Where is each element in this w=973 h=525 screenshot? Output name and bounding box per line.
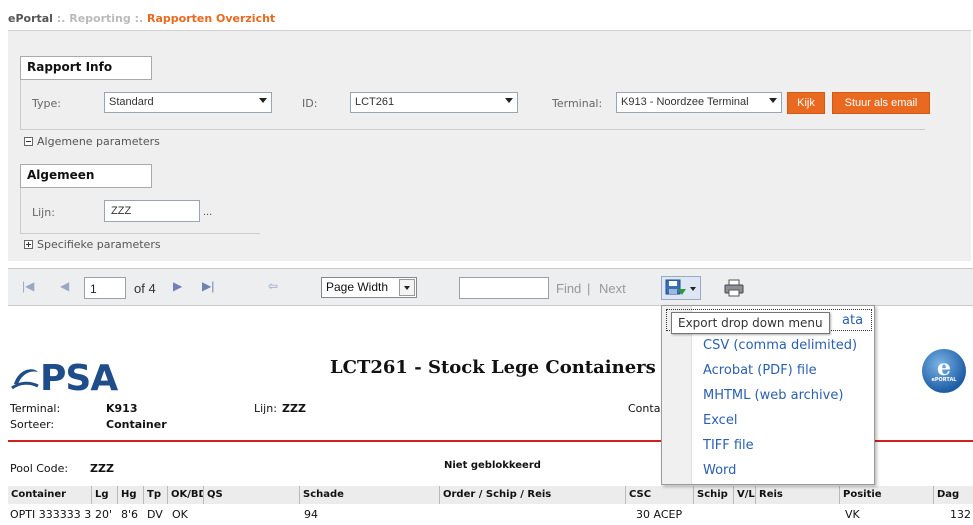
chevron-down-icon: [399, 279, 415, 296]
chevron-down-icon: [769, 98, 777, 103]
send-email-button[interactable]: Stuur als email: [832, 92, 930, 114]
previous-page-icon[interactable]: ◀: [60, 279, 69, 293]
eportal-logo: e ePORTAL: [922, 349, 966, 393]
breadcrumb-current: Rapporten Overzicht: [147, 12, 276, 25]
column-header: Reis: [756, 486, 840, 504]
sorteer-label: Sorteer:: [10, 418, 55, 431]
type-select-value: Standard: [109, 96, 154, 108]
next-page-icon[interactable]: ▶: [173, 279, 182, 293]
table-cell: OK: [172, 508, 188, 521]
breadcrumb-separator: :.: [52, 12, 70, 25]
eportal-logo-sub: ePORTAL: [931, 377, 957, 383]
page-number-input[interactable]: 1: [84, 277, 126, 299]
specifieke-parameters-toggle[interactable]: Specifieke parameters: [24, 238, 161, 251]
column-header: Hg: [118, 486, 144, 504]
save-export-icon: [665, 279, 686, 295]
last-page-icon[interactable]: ▶|: [202, 279, 214, 293]
export-item-tiff[interactable]: TIFF file: [703, 438, 754, 453]
table-cell: 30 ACEP: [636, 508, 683, 521]
psa-logo: PSA: [10, 358, 118, 399]
export-item-word[interactable]: Word: [703, 463, 736, 478]
algemene-parameters-toggle[interactable]: Algemene parameters: [24, 135, 160, 148]
collapse-icon: [24, 137, 33, 146]
breadcrumb-separator: :.: [130, 12, 147, 25]
terminal-value: K913: [106, 402, 138, 415]
lijn-picker-button[interactable]: ...: [203, 206, 212, 218]
lijn-label: Lijn:: [32, 206, 55, 219]
breadcrumb: ePortal :. Reporting :. Rapporten Overzi…: [8, 12, 275, 25]
column-header: CSC: [626, 486, 694, 504]
export-item-mhtml[interactable]: MHTML (web archive): [703, 388, 843, 403]
column-header: Positie: [840, 486, 934, 504]
conta-label: Conta: [628, 402, 661, 415]
table-cell: 94: [304, 508, 318, 521]
column-header: QS: [204, 486, 300, 504]
type-label: Type:: [32, 97, 61, 110]
id-select[interactable]: LCT261: [350, 92, 518, 113]
chevron-down-icon: [259, 98, 267, 103]
report-title: LCT261 - Stock Lege Containers: [330, 357, 656, 378]
algemeen-title: Algemeen: [20, 164, 152, 188]
column-header: Schade: [300, 486, 440, 504]
column-header: Tp: [144, 486, 168, 504]
export-item-excel[interactable]: Excel: [703, 413, 737, 428]
table-cell: OPTI 333333 3: [10, 508, 92, 521]
specifieke-parameters-label: Specifieke parameters: [37, 238, 161, 251]
table-cell: 132: [950, 508, 971, 521]
table-cell: DV: [147, 508, 163, 521]
zoom-select[interactable]: Page Width: [321, 277, 417, 298]
id-select-value: LCT261: [355, 96, 395, 108]
chevron-down-icon: [505, 98, 513, 103]
breadcrumb-reporting[interactable]: Reporting: [69, 12, 131, 25]
algemene-parameters-label: Algemene parameters: [37, 135, 160, 148]
table-cell: 20': [95, 508, 113, 521]
chevron-down-icon: [690, 287, 696, 291]
export-button[interactable]: [661, 276, 701, 300]
terminal-select-value: K913 - Noordzee Terminal: [621, 96, 749, 108]
breadcrumb-home[interactable]: ePortal: [8, 12, 53, 25]
column-header: Lg: [92, 486, 118, 504]
zoom-value: Page Width: [326, 280, 389, 294]
export-item-hidden-tail[interactable]: ata: [842, 313, 863, 328]
psa-swoosh-icon: [11, 369, 39, 390]
sorteer-value: Container: [106, 418, 167, 431]
lijn-label: Lijn:: [254, 402, 277, 415]
id-label: ID:: [302, 97, 318, 110]
column-header: Order / Schip / Reis: [440, 486, 626, 504]
export-item-csv[interactable]: CSV (comma delimited): [703, 338, 857, 353]
column-header: OK/BD: [168, 486, 204, 504]
find-input[interactable]: [459, 277, 549, 299]
pool-code-label: Pool Code:: [10, 462, 69, 475]
back-icon[interactable]: ⇦: [268, 279, 278, 293]
terminal-label: Terminal:: [552, 97, 603, 110]
page-count: of 4: [134, 281, 156, 296]
type-select[interactable]: Standard: [104, 92, 272, 113]
export-tooltip: Export drop down menu: [671, 312, 830, 334]
expand-icon: [24, 240, 33, 249]
next-link[interactable]: Next: [599, 281, 626, 296]
rapport-info-title: Rapport Info: [20, 56, 152, 80]
table-cell: 8'6: [121, 508, 139, 521]
terminal-select[interactable]: K913 - Noordzee Terminal: [616, 92, 782, 113]
psa-logo-text: PSA: [40, 358, 118, 399]
block-status: Niet geblokkeerd: [444, 460, 541, 471]
terminal-label: Terminal:: [10, 402, 61, 415]
lijn-input[interactable]: ZZZ: [104, 200, 200, 222]
table-cell: VK: [845, 508, 860, 521]
find-link[interactable]: Find: [556, 281, 581, 296]
pool-code-value: ZZZ: [90, 462, 114, 475]
column-header: Schip: [694, 486, 734, 504]
column-header: Container: [8, 486, 92, 504]
lijn-value: ZZZ: [282, 402, 306, 415]
export-item-pdf[interactable]: Acrobat (PDF) file: [703, 363, 817, 378]
column-header: V/L: [734, 486, 756, 504]
print-icon[interactable]: [724, 279, 744, 297]
find-separator: |: [587, 281, 591, 296]
first-page-icon[interactable]: |◀: [22, 279, 34, 293]
kijk-button[interactable]: Kijk: [787, 92, 825, 114]
column-header: Dag: [934, 486, 973, 504]
